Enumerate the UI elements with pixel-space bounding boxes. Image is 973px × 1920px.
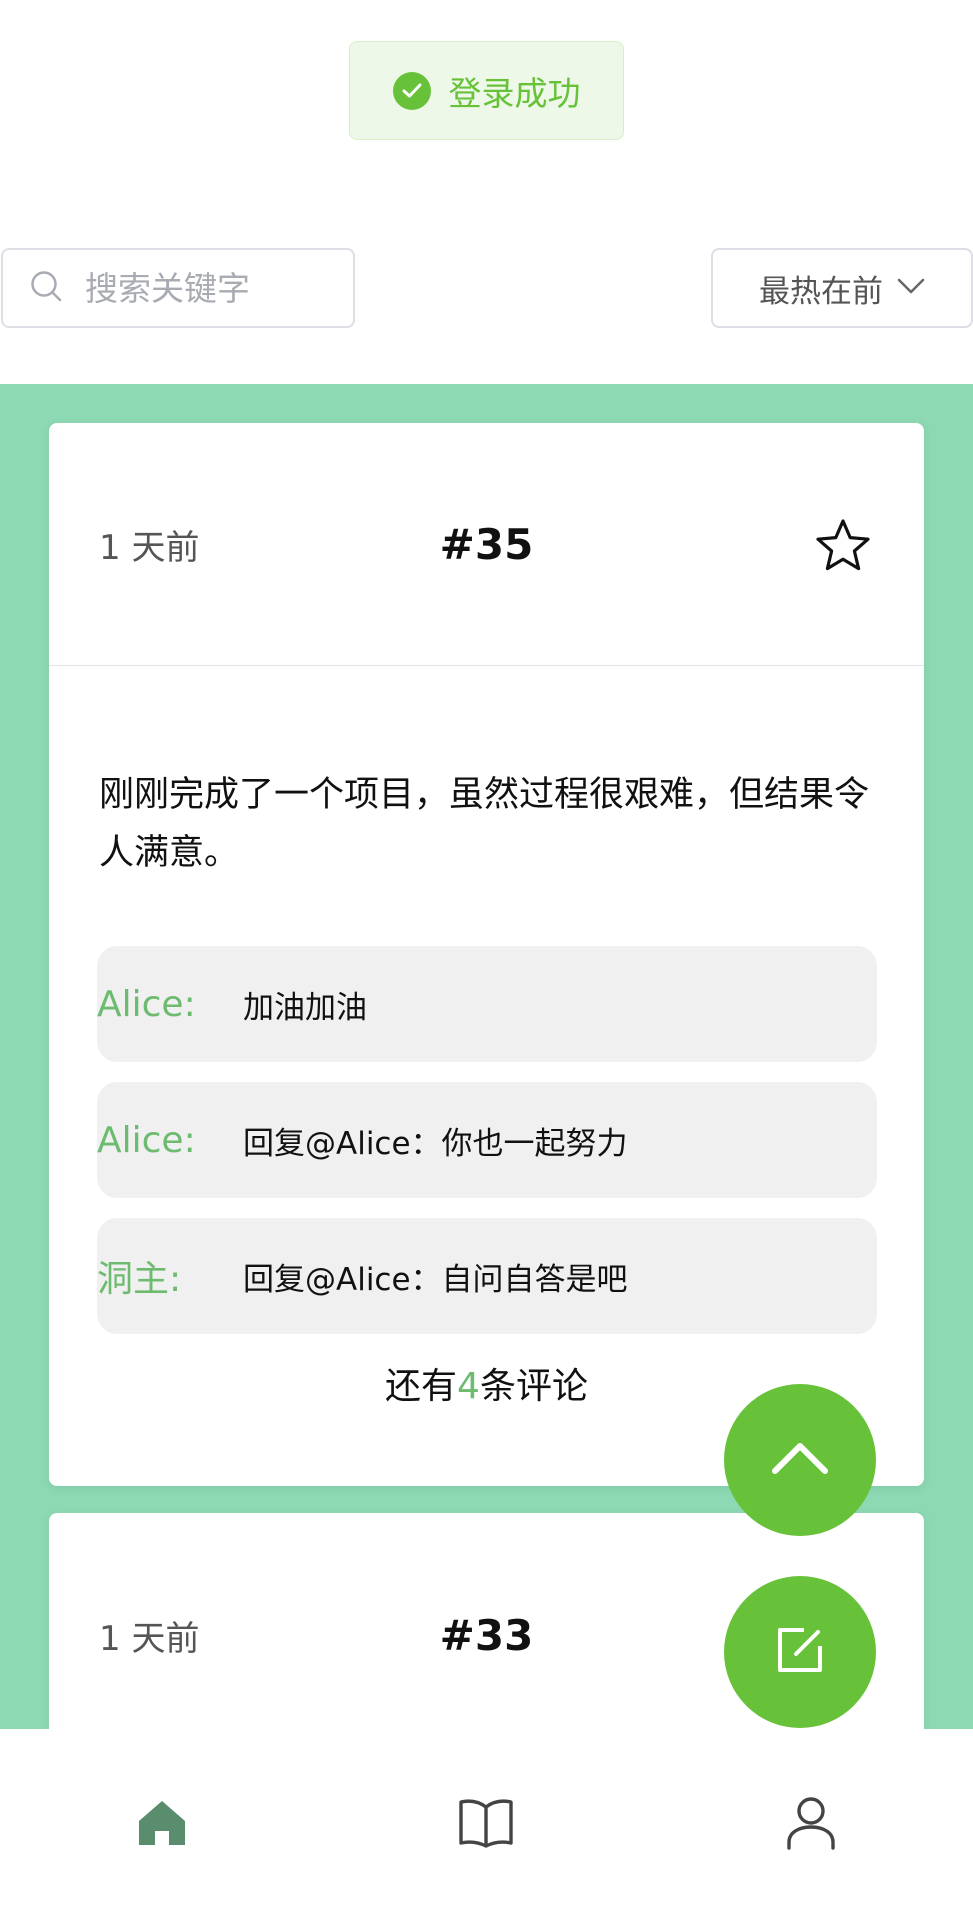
- check-circle-icon: [392, 71, 431, 110]
- post-card[interactable]: 1 天前 #35 刚刚完成了一个项目，虽然过程很艰难，但结果令人满意。 Alic…: [49, 423, 924, 1486]
- search-box[interactable]: [1, 248, 355, 328]
- more-comments-prefix: 还有: [385, 1366, 458, 1407]
- comment-text: 回复@Alice：自问自答是吧: [243, 1261, 628, 1298]
- post-time: 1 天前: [99, 527, 200, 568]
- comment-item[interactable]: Alice: 加油加油: [97, 946, 877, 1062]
- more-comments-suffix: 条评论: [479, 1366, 588, 1407]
- sort-selected-value: 最热在前: [759, 273, 883, 310]
- login-success-toast: 登录成功: [349, 41, 624, 140]
- comment-author: Alice:: [97, 983, 196, 1025]
- comment-item[interactable]: 洞主: 回复@Alice：自问自答是吧: [97, 1218, 877, 1334]
- search-input[interactable]: [85, 268, 325, 308]
- tab-home[interactable]: [0, 1729, 324, 1920]
- user-icon: [786, 1796, 836, 1854]
- bottom-tab-bar: [0, 1729, 973, 1920]
- chevron-down-icon: [897, 277, 925, 299]
- search-icon: [29, 269, 63, 307]
- home-icon: [137, 1799, 187, 1851]
- more-comments-count: 4: [457, 1366, 480, 1407]
- comment-author: 洞主:: [97, 1259, 182, 1300]
- post-header: 1 天前 #35: [49, 423, 924, 666]
- post-content: 刚刚完成了一个项目，虽然过程很艰难，但结果令人满意。: [99, 775, 870, 873]
- tab-book[interactable]: [324, 1729, 648, 1920]
- book-icon: [458, 1798, 514, 1852]
- sort-select[interactable]: 最热在前: [711, 248, 973, 328]
- comment-item[interactable]: Alice: 回复@Alice：你也一起努力: [97, 1082, 877, 1198]
- post-time: 1 天前: [99, 1619, 200, 1659]
- scroll-to-top-button[interactable]: [724, 1384, 876, 1536]
- tab-profile[interactable]: [649, 1729, 973, 1920]
- new-post-button[interactable]: [724, 1576, 876, 1728]
- comment-author: Alice:: [97, 1119, 196, 1161]
- comment-text: 回复@Alice：你也一起努力: [243, 1125, 628, 1162]
- toast-message: 登录成功: [448, 73, 581, 113]
- star-icon[interactable]: [814, 518, 872, 578]
- chevron-up-icon: [771, 1441, 829, 1479]
- edit-icon: [774, 1624, 826, 1680]
- comment-text: 加油加油: [243, 989, 367, 1026]
- comment-list: Alice: 加油加油 Alice: 回复@Alice：你也一起努力 洞主: 回…: [49, 946, 924, 1334]
